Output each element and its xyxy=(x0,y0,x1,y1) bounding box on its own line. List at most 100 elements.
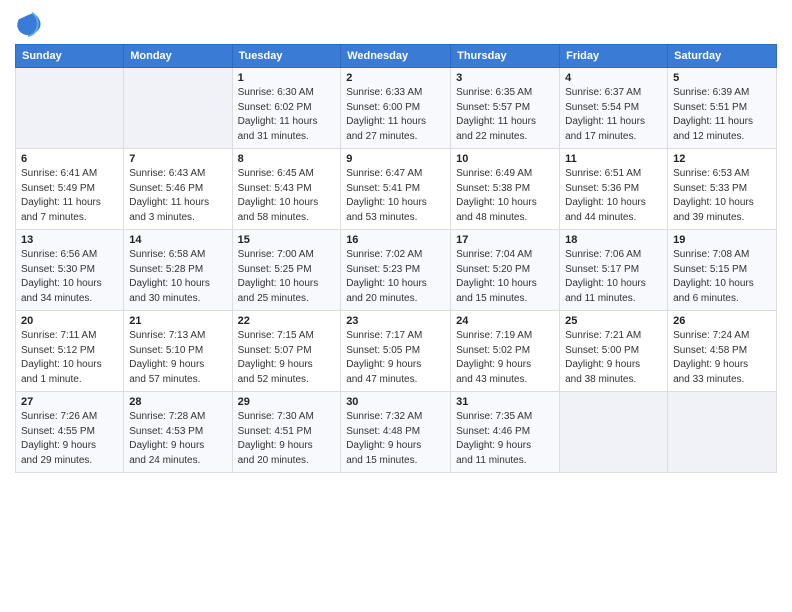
day-number: 10 xyxy=(456,153,554,165)
calendar-cell: 7 Sunrise: 6:43 AM Sunset: 5:46 PM Daylig… xyxy=(124,149,232,230)
day-info: Sunrise: 7:32 AM Sunset: 4:48 PM Dayligh… xyxy=(346,410,445,468)
day-number: 25 xyxy=(565,315,662,327)
day-info: Sunrise: 6:30 AM Sunset: 6:02 PM Dayligh… xyxy=(238,86,336,144)
day-info: Sunrise: 7:00 AM Sunset: 5:25 PM Dayligh… xyxy=(238,248,336,306)
calendar-cell xyxy=(668,392,777,473)
calendar-cell: 27 Sunrise: 7:26 AM Sunset: 4:55 PM Dayli… xyxy=(16,392,124,473)
col-header-tuesday: Tuesday xyxy=(232,45,341,68)
day-number: 9 xyxy=(346,153,445,165)
day-info: Sunrise: 7:13 AM Sunset: 5:10 PM Dayligh… xyxy=(129,329,226,387)
calendar-cell: 21 Sunrise: 7:13 AM Sunset: 5:10 PM Dayli… xyxy=(124,311,232,392)
day-number: 21 xyxy=(129,315,226,327)
day-number: 5 xyxy=(673,72,771,84)
calendar-cell: 12Sunrise: 6:53 AM Sunset: 5:33 PM Dayli… xyxy=(668,149,777,230)
calendar-cell: 26Sunrise: 7:24 AM Sunset: 4:58 PM Dayli… xyxy=(668,311,777,392)
day-number: 30 xyxy=(346,396,445,408)
day-info: Sunrise: 6:45 AM Sunset: 5:43 PM Dayligh… xyxy=(238,167,336,225)
day-number: 13 xyxy=(21,234,118,246)
day-info: Sunrise: 7:17 AM Sunset: 5:05 PM Dayligh… xyxy=(346,329,445,387)
calendar-week-4: 20 Sunrise: 7:11 AM Sunset: 5:12 PM Dayli… xyxy=(16,311,777,392)
day-number: 23 xyxy=(346,315,445,327)
day-info: Sunrise: 6:58 AM Sunset: 5:28 PM Dayligh… xyxy=(129,248,226,306)
col-header-sunday: Sunday xyxy=(16,45,124,68)
day-info: Sunrise: 7:15 AM Sunset: 5:07 PM Dayligh… xyxy=(238,329,336,387)
day-number: 20 xyxy=(21,315,118,327)
calendar-cell: 22Sunrise: 7:15 AM Sunset: 5:07 PM Dayli… xyxy=(232,311,341,392)
day-info: Sunrise: 7:02 AM Sunset: 5:23 PM Dayligh… xyxy=(346,248,445,306)
day-info: Sunrise: 7:26 AM Sunset: 4:55 PM Dayligh… xyxy=(21,410,118,468)
calendar-cell: 29Sunrise: 7:30 AM Sunset: 4:51 PM Dayli… xyxy=(232,392,341,473)
page: SundayMondayTuesdayWednesdayThursdayFrid… xyxy=(0,0,792,612)
day-info: Sunrise: 7:08 AM Sunset: 5:15 PM Dayligh… xyxy=(673,248,771,306)
calendar-cell: 25 Sunrise: 7:21 AM Sunset: 5:00 PM Dayli… xyxy=(560,311,668,392)
calendar-cell: 16 Sunrise: 7:02 AM Sunset: 5:23 PM Dayli… xyxy=(341,230,451,311)
day-info: Sunrise: 6:51 AM Sunset: 5:36 PM Dayligh… xyxy=(565,167,662,225)
calendar-cell: 14 Sunrise: 6:58 AM Sunset: 5:28 PM Dayli… xyxy=(124,230,232,311)
calendar-cell: 20 Sunrise: 7:11 AM Sunset: 5:12 PM Dayli… xyxy=(16,311,124,392)
day-info: Sunrise: 6:37 AM Sunset: 5:54 PM Dayligh… xyxy=(565,86,662,144)
day-number: 8 xyxy=(238,153,336,165)
day-info: Sunrise: 7:11 AM Sunset: 5:12 PM Dayligh… xyxy=(21,329,118,387)
day-info: Sunrise: 7:21 AM Sunset: 5:00 PM Dayligh… xyxy=(565,329,662,387)
calendar-cell: 9Sunrise: 6:47 AM Sunset: 5:41 PM Daylig… xyxy=(341,149,451,230)
day-number: 1 xyxy=(238,72,336,84)
day-info: Sunrise: 7:06 AM Sunset: 5:17 PM Dayligh… xyxy=(565,248,662,306)
day-info: Sunrise: 6:49 AM Sunset: 5:38 PM Dayligh… xyxy=(456,167,554,225)
day-info: Sunrise: 6:33 AM Sunset: 6:00 PM Dayligh… xyxy=(346,86,445,144)
day-info: Sunrise: 7:28 AM Sunset: 4:53 PM Dayligh… xyxy=(129,410,226,468)
calendar-cell xyxy=(560,392,668,473)
calendar-cell: 17Sunrise: 7:04 AM Sunset: 5:20 PM Dayli… xyxy=(451,230,560,311)
day-number: 6 xyxy=(21,153,118,165)
col-header-wednesday: Wednesday xyxy=(341,45,451,68)
day-number: 16 xyxy=(346,234,445,246)
day-number: 7 xyxy=(129,153,226,165)
calendar-cell: 1 Sunrise: 6:30 AM Sunset: 6:02 PM Daylig… xyxy=(232,68,341,149)
day-info: Sunrise: 7:04 AM Sunset: 5:20 PM Dayligh… xyxy=(456,248,554,306)
day-number: 31 xyxy=(456,396,554,408)
day-info: Sunrise: 7:24 AM Sunset: 4:58 PM Dayligh… xyxy=(673,329,771,387)
calendar-header-row: SundayMondayTuesdayWednesdayThursdayFrid… xyxy=(16,45,777,68)
day-number: 15 xyxy=(238,234,336,246)
day-number: 27 xyxy=(21,396,118,408)
calendar-cell: 30 Sunrise: 7:32 AM Sunset: 4:48 PM Dayli… xyxy=(341,392,451,473)
day-info: Sunrise: 6:56 AM Sunset: 5:30 PM Dayligh… xyxy=(21,248,118,306)
calendar-cell xyxy=(16,68,124,149)
logo xyxy=(15,10,47,38)
day-number: 24 xyxy=(456,315,554,327)
calendar-week-1: 1 Sunrise: 6:30 AM Sunset: 6:02 PM Daylig… xyxy=(16,68,777,149)
col-header-monday: Monday xyxy=(124,45,232,68)
day-number: 28 xyxy=(129,396,226,408)
day-number: 4 xyxy=(565,72,662,84)
day-info: Sunrise: 6:35 AM Sunset: 5:57 PM Dayligh… xyxy=(456,86,554,144)
calendar-week-2: 6 Sunrise: 6:41 AM Sunset: 5:49 PM Daylig… xyxy=(16,149,777,230)
calendar-cell: 31Sunrise: 7:35 AM Sunset: 4:46 PM Dayli… xyxy=(451,392,560,473)
day-info: Sunrise: 6:41 AM Sunset: 5:49 PM Dayligh… xyxy=(21,167,118,225)
day-number: 11 xyxy=(565,153,662,165)
col-header-saturday: Saturday xyxy=(668,45,777,68)
calendar-cell: 13 Sunrise: 6:56 AM Sunset: 5:30 PM Dayli… xyxy=(16,230,124,311)
calendar-cell: 8 Sunrise: 6:45 AM Sunset: 5:43 PM Daylig… xyxy=(232,149,341,230)
header xyxy=(15,10,777,38)
calendar-cell: 19 Sunrise: 7:08 AM Sunset: 5:15 PM Dayli… xyxy=(668,230,777,311)
col-header-friday: Friday xyxy=(560,45,668,68)
calendar-week-3: 13 Sunrise: 6:56 AM Sunset: 5:30 PM Dayli… xyxy=(16,230,777,311)
logo-icon xyxy=(15,10,43,38)
calendar-cell: 11 Sunrise: 6:51 AM Sunset: 5:36 PM Dayli… xyxy=(560,149,668,230)
day-number: 12 xyxy=(673,153,771,165)
day-number: 14 xyxy=(129,234,226,246)
day-number: 19 xyxy=(673,234,771,246)
calendar-cell xyxy=(124,68,232,149)
calendar-cell: 2Sunrise: 6:33 AM Sunset: 6:00 PM Daylig… xyxy=(341,68,451,149)
calendar-cell: 24 Sunrise: 7:19 AM Sunset: 5:02 PM Dayli… xyxy=(451,311,560,392)
col-header-thursday: Thursday xyxy=(451,45,560,68)
calendar-cell: 4 Sunrise: 6:37 AM Sunset: 5:54 PM Daylig… xyxy=(560,68,668,149)
calendar-cell: 15 Sunrise: 7:00 AM Sunset: 5:25 PM Dayli… xyxy=(232,230,341,311)
calendar-cell: 5Sunrise: 6:39 AM Sunset: 5:51 PM Daylig… xyxy=(668,68,777,149)
day-number: 29 xyxy=(238,396,336,408)
calendar: SundayMondayTuesdayWednesdayThursdayFrid… xyxy=(15,44,777,473)
day-number: 3 xyxy=(456,72,554,84)
day-info: Sunrise: 6:43 AM Sunset: 5:46 PM Dayligh… xyxy=(129,167,226,225)
calendar-cell: 3 Sunrise: 6:35 AM Sunset: 5:57 PM Daylig… xyxy=(451,68,560,149)
day-info: Sunrise: 7:19 AM Sunset: 5:02 PM Dayligh… xyxy=(456,329,554,387)
day-number: 18 xyxy=(565,234,662,246)
